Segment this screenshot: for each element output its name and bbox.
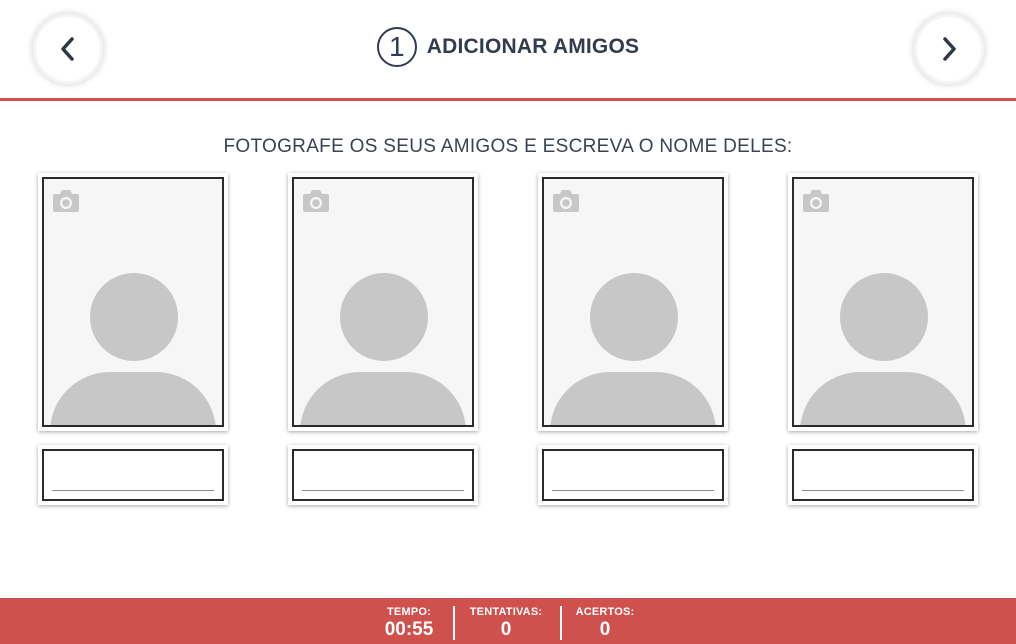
name-frame <box>542 449 724 501</box>
friend-photo-card-2[interactable] <box>288 173 478 431</box>
avatar-body-placeholder <box>800 372 966 425</box>
friend-name-box-2 <box>288 445 478 505</box>
time-stat: TEMPO: 00:55 <box>376 606 442 640</box>
name-frame <box>792 449 974 501</box>
camera-icon <box>553 190 579 212</box>
header-divider <box>0 98 1016 101</box>
friend-photo-card-4[interactable] <box>788 173 978 431</box>
photo-frame <box>792 177 974 427</box>
friend-name-input-1[interactable] <box>52 461 214 491</box>
friend-name-input-3[interactable] <box>552 461 714 491</box>
friend-name-input-4[interactable] <box>802 461 964 491</box>
photo-frame <box>542 177 724 427</box>
avatar-head-placeholder <box>90 273 178 361</box>
instruction-text: FOTOGRAFE OS SEUS AMIGOS E ESCREVA O NOM… <box>223 136 793 157</box>
hits-value: 0 <box>599 619 611 640</box>
friend-name-box-3 <box>538 445 728 505</box>
time-value: 00:55 <box>384 619 434 640</box>
photo-frame <box>292 177 474 427</box>
camera-icon <box>303 190 329 212</box>
avatar-body-placeholder <box>300 372 466 425</box>
hits-label: ACERTOS: <box>575 606 635 618</box>
attempts-stat: TENTATIVAS: 0 <box>464 606 548 640</box>
attempts-value: 0 <box>500 619 512 640</box>
attempts-label: TENTATIVAS: <box>469 606 543 618</box>
friend-name-box-1 <box>38 445 228 505</box>
page-title-group: 1 ADICIONAR AMIGOS <box>0 27 1016 67</box>
footer-divider <box>560 606 562 640</box>
friend-photo-card-1[interactable] <box>38 173 228 431</box>
step-number-badge: 1 <box>376 27 417 67</box>
camera-icon <box>803 190 829 212</box>
avatar-head-placeholder <box>340 273 428 361</box>
friend-name-input-2[interactable] <box>302 461 464 491</box>
avatar-head-placeholder <box>590 273 678 361</box>
chevron-right-icon <box>943 37 956 61</box>
camera-icon <box>53 190 79 212</box>
photo-frame <box>42 177 224 427</box>
friend-name-box-4 <box>788 445 978 505</box>
footer-divider <box>453 606 455 640</box>
page-title: ADICIONAR AMIGOS <box>426 35 640 58</box>
avatar-body-placeholder <box>50 372 216 425</box>
header-bar: 1 ADICIONAR AMIGOS <box>0 0 1016 98</box>
hits-stat: ACERTOS: 0 <box>572 606 638 640</box>
next-button[interactable] <box>914 14 984 84</box>
time-label: TEMPO: <box>387 606 431 618</box>
friend-photo-card-3[interactable] <box>538 173 728 431</box>
name-frame <box>42 449 224 501</box>
status-footer: TEMPO: 00:55 TENTATIVAS: 0 ACERTOS: 0 <box>0 598 1016 644</box>
name-frame <box>292 449 474 501</box>
avatar-body-placeholder <box>550 372 716 425</box>
avatar-head-placeholder <box>840 273 928 361</box>
